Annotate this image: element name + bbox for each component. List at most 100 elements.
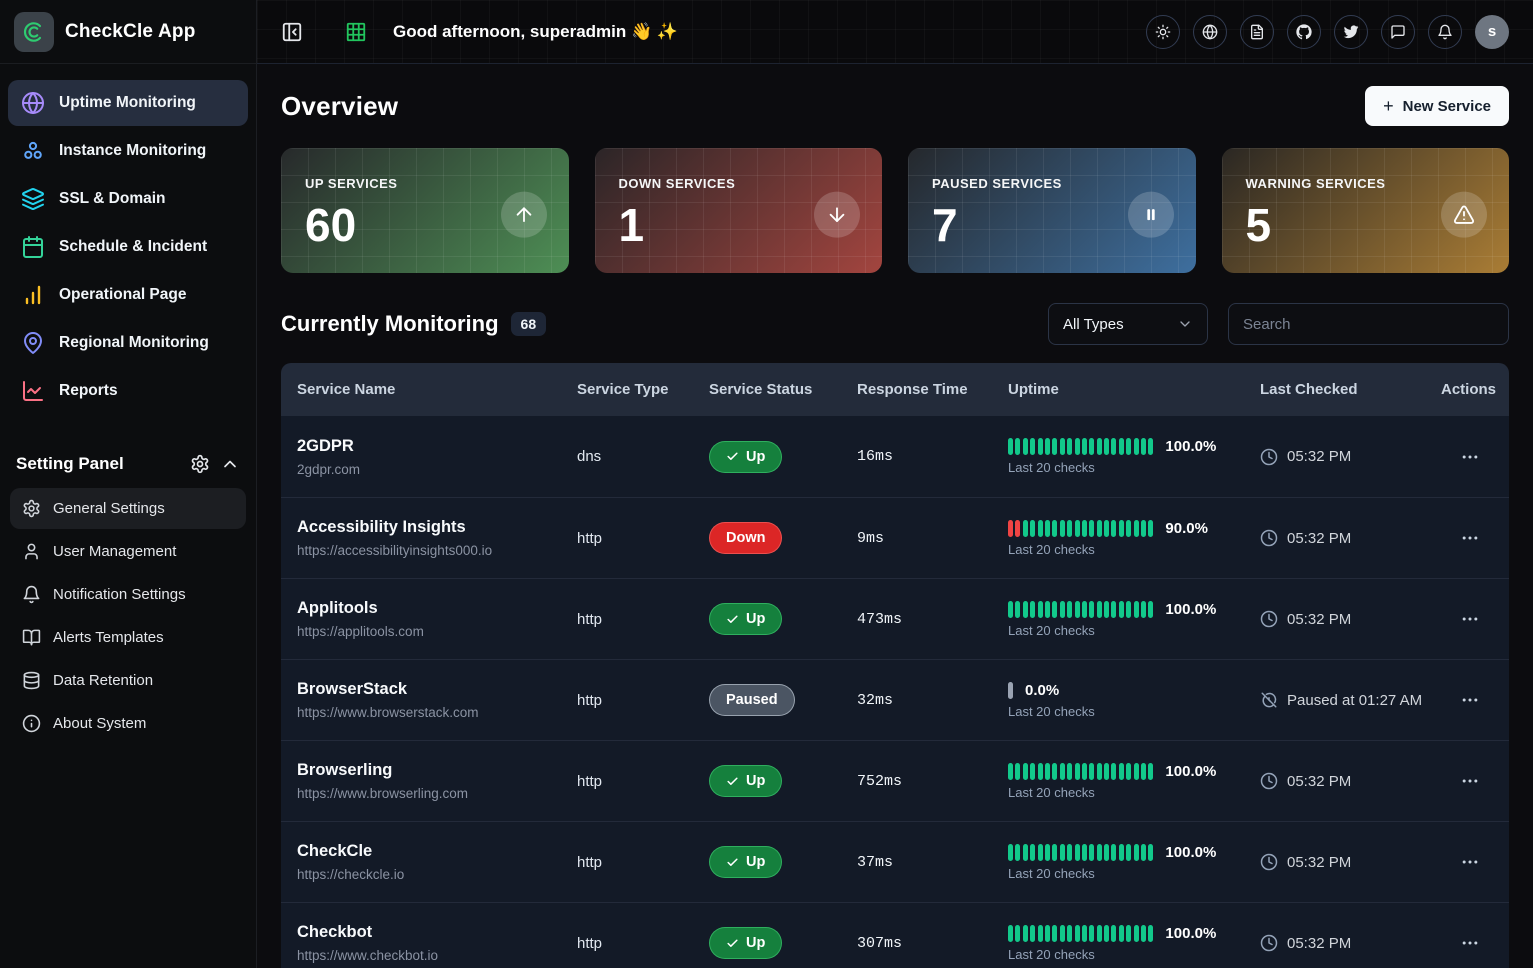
table-row[interactable]: BrowserStackhttps://www.browserstack.com…	[281, 659, 1509, 740]
check-bar	[1067, 438, 1072, 455]
check-bar	[1045, 438, 1050, 455]
sidebar-item-instance-monitoring[interactable]: Instance Monitoring	[8, 128, 248, 174]
check-bar	[1126, 601, 1131, 618]
new-service-button[interactable]: + New Service	[1365, 86, 1509, 126]
sun-button[interactable]	[1146, 15, 1180, 49]
topbar-icon-buttons	[1146, 15, 1462, 49]
bell-icon	[22, 585, 41, 604]
grid-icon[interactable]	[345, 21, 367, 43]
check-bar	[1030, 438, 1035, 455]
globe-button[interactable]	[1193, 15, 1227, 49]
last-checked: 05:32 PM	[1244, 610, 1425, 628]
check-bar	[1111, 438, 1116, 455]
table-row[interactable]: Applitoolshttps://applitools.comhttpUp47…	[281, 578, 1509, 659]
check-bar	[1134, 844, 1139, 861]
settings-item-label: Alerts Templates	[53, 629, 164, 646]
service-type: http	[561, 854, 693, 871]
new-service-label: New Service	[1403, 98, 1491, 115]
sidebar-item-ssl-domain[interactable]: SSL & Domain	[8, 176, 248, 222]
stat-card-label: DOWN SERVICES	[619, 176, 861, 191]
bell-button[interactable]	[1428, 15, 1462, 49]
table-row[interactable]: 2GDPR2gdpr.comdnsUp16ms100.0%Last 20 che…	[281, 416, 1509, 497]
row-actions-button[interactable]	[1453, 928, 1487, 958]
table-row[interactable]: Browserlinghttps://www.browserling.comht…	[281, 740, 1509, 821]
check-bar	[1141, 763, 1146, 780]
check-bar	[1075, 438, 1080, 455]
chat-button[interactable]	[1381, 15, 1415, 49]
settings-item-general-settings[interactable]: General Settings	[10, 488, 246, 529]
file-text-button[interactable]	[1240, 15, 1274, 49]
stat-card-paused-services: PAUSED SERVICES7	[908, 148, 1196, 273]
check-bar	[1119, 520, 1124, 537]
stat-card-up-services: UP SERVICES60	[281, 148, 569, 273]
check-bar	[1067, 763, 1072, 780]
gear-icon[interactable]	[190, 454, 210, 474]
row-actions-button[interactable]	[1453, 847, 1487, 877]
check-bar	[1038, 438, 1043, 455]
sidebar-item-regional-monitoring[interactable]: Regional Monitoring	[8, 320, 248, 366]
sidebar: CheckCle App Uptime MonitoringInstance M…	[0, 0, 257, 968]
globe-icon	[21, 91, 45, 115]
sidebar-item-schedule-incident[interactable]: Schedule & Incident	[8, 224, 248, 270]
check-bar	[1104, 763, 1109, 780]
check-bar	[1008, 844, 1013, 861]
check-bar	[1119, 438, 1124, 455]
check-bar	[1075, 925, 1080, 942]
check-bar	[1060, 520, 1065, 537]
check-bar	[1126, 763, 1131, 780]
table-row[interactable]: CheckClehttps://checkcle.iohttpUp37ms100…	[281, 821, 1509, 902]
settings-item-data-retention[interactable]: Data Retention	[10, 660, 246, 701]
table-row[interactable]: Accessibility Insightshttps://accessibil…	[281, 497, 1509, 578]
check-bar	[1015, 844, 1020, 861]
settings-item-alerts-templates[interactable]: Alerts Templates	[10, 617, 246, 658]
service-name: 2GDPR	[297, 437, 561, 456]
check-bar	[1111, 925, 1116, 942]
search-input[interactable]	[1228, 303, 1509, 345]
row-actions-button[interactable]	[1453, 604, 1487, 634]
alert-triangle-icon	[1453, 203, 1475, 225]
row-actions-button[interactable]	[1453, 523, 1487, 553]
sidebar-item-reports[interactable]: Reports	[8, 368, 248, 414]
column-header-service-name: Service Name	[281, 381, 561, 398]
check-bar	[1082, 601, 1087, 618]
twitter-button[interactable]	[1334, 15, 1368, 49]
uptime-percent: 100.0%	[1165, 925, 1216, 942]
check-bar	[1141, 520, 1146, 537]
settings-item-user-management[interactable]: User Management	[10, 531, 246, 572]
main-area: Good afternoon, superadmin 👋 ✨ s Overvie…	[257, 0, 1533, 968]
column-header-response-time: Response Time	[841, 381, 992, 398]
uptime-history-bars	[1008, 682, 1013, 699]
check-bar	[1008, 520, 1013, 537]
sidebar-item-uptime-monitoring[interactable]: Uptime Monitoring	[8, 80, 248, 126]
row-actions-button[interactable]	[1453, 442, 1487, 472]
avatar[interactable]: s	[1475, 15, 1509, 49]
panel-left-icon[interactable]	[281, 21, 303, 43]
settings-item-about-system[interactable]: About System	[10, 703, 246, 744]
uptime-history-bars	[1008, 601, 1153, 618]
chevron-up-icon[interactable]	[220, 454, 240, 474]
settings-item-notification-settings[interactable]: Notification Settings	[10, 574, 246, 615]
check-bar	[1126, 520, 1131, 537]
response-time: 32ms	[841, 692, 992, 709]
sidebar-item-label: Uptime Monitoring	[59, 94, 196, 112]
sidebar-item-operational-page[interactable]: Operational Page	[8, 272, 248, 318]
check-bar	[1148, 520, 1153, 537]
last-checked-time: 05:32 PM	[1287, 448, 1351, 465]
github-button[interactable]	[1287, 15, 1321, 49]
check-bar	[1148, 601, 1153, 618]
last-checked: 05:32 PM	[1244, 448, 1425, 466]
table-row[interactable]: Checkbothttps://www.checkbot.iohttpUp307…	[281, 902, 1509, 968]
last-checked-time: 05:32 PM	[1287, 854, 1351, 871]
type-filter-select[interactable]: All Types	[1048, 303, 1208, 345]
check-bar	[1045, 925, 1050, 942]
check-bar	[1052, 763, 1057, 780]
row-actions-button[interactable]	[1453, 685, 1487, 715]
check-bar	[1030, 520, 1035, 537]
row-actions-button[interactable]	[1453, 766, 1487, 796]
status-badge: Up	[709, 765, 782, 797]
check-bar	[1134, 520, 1139, 537]
response-time: 473ms	[841, 611, 992, 628]
status-badge: Paused	[709, 684, 795, 716]
status-label: Up	[746, 449, 765, 465]
service-url: 2gdpr.com	[297, 462, 561, 477]
